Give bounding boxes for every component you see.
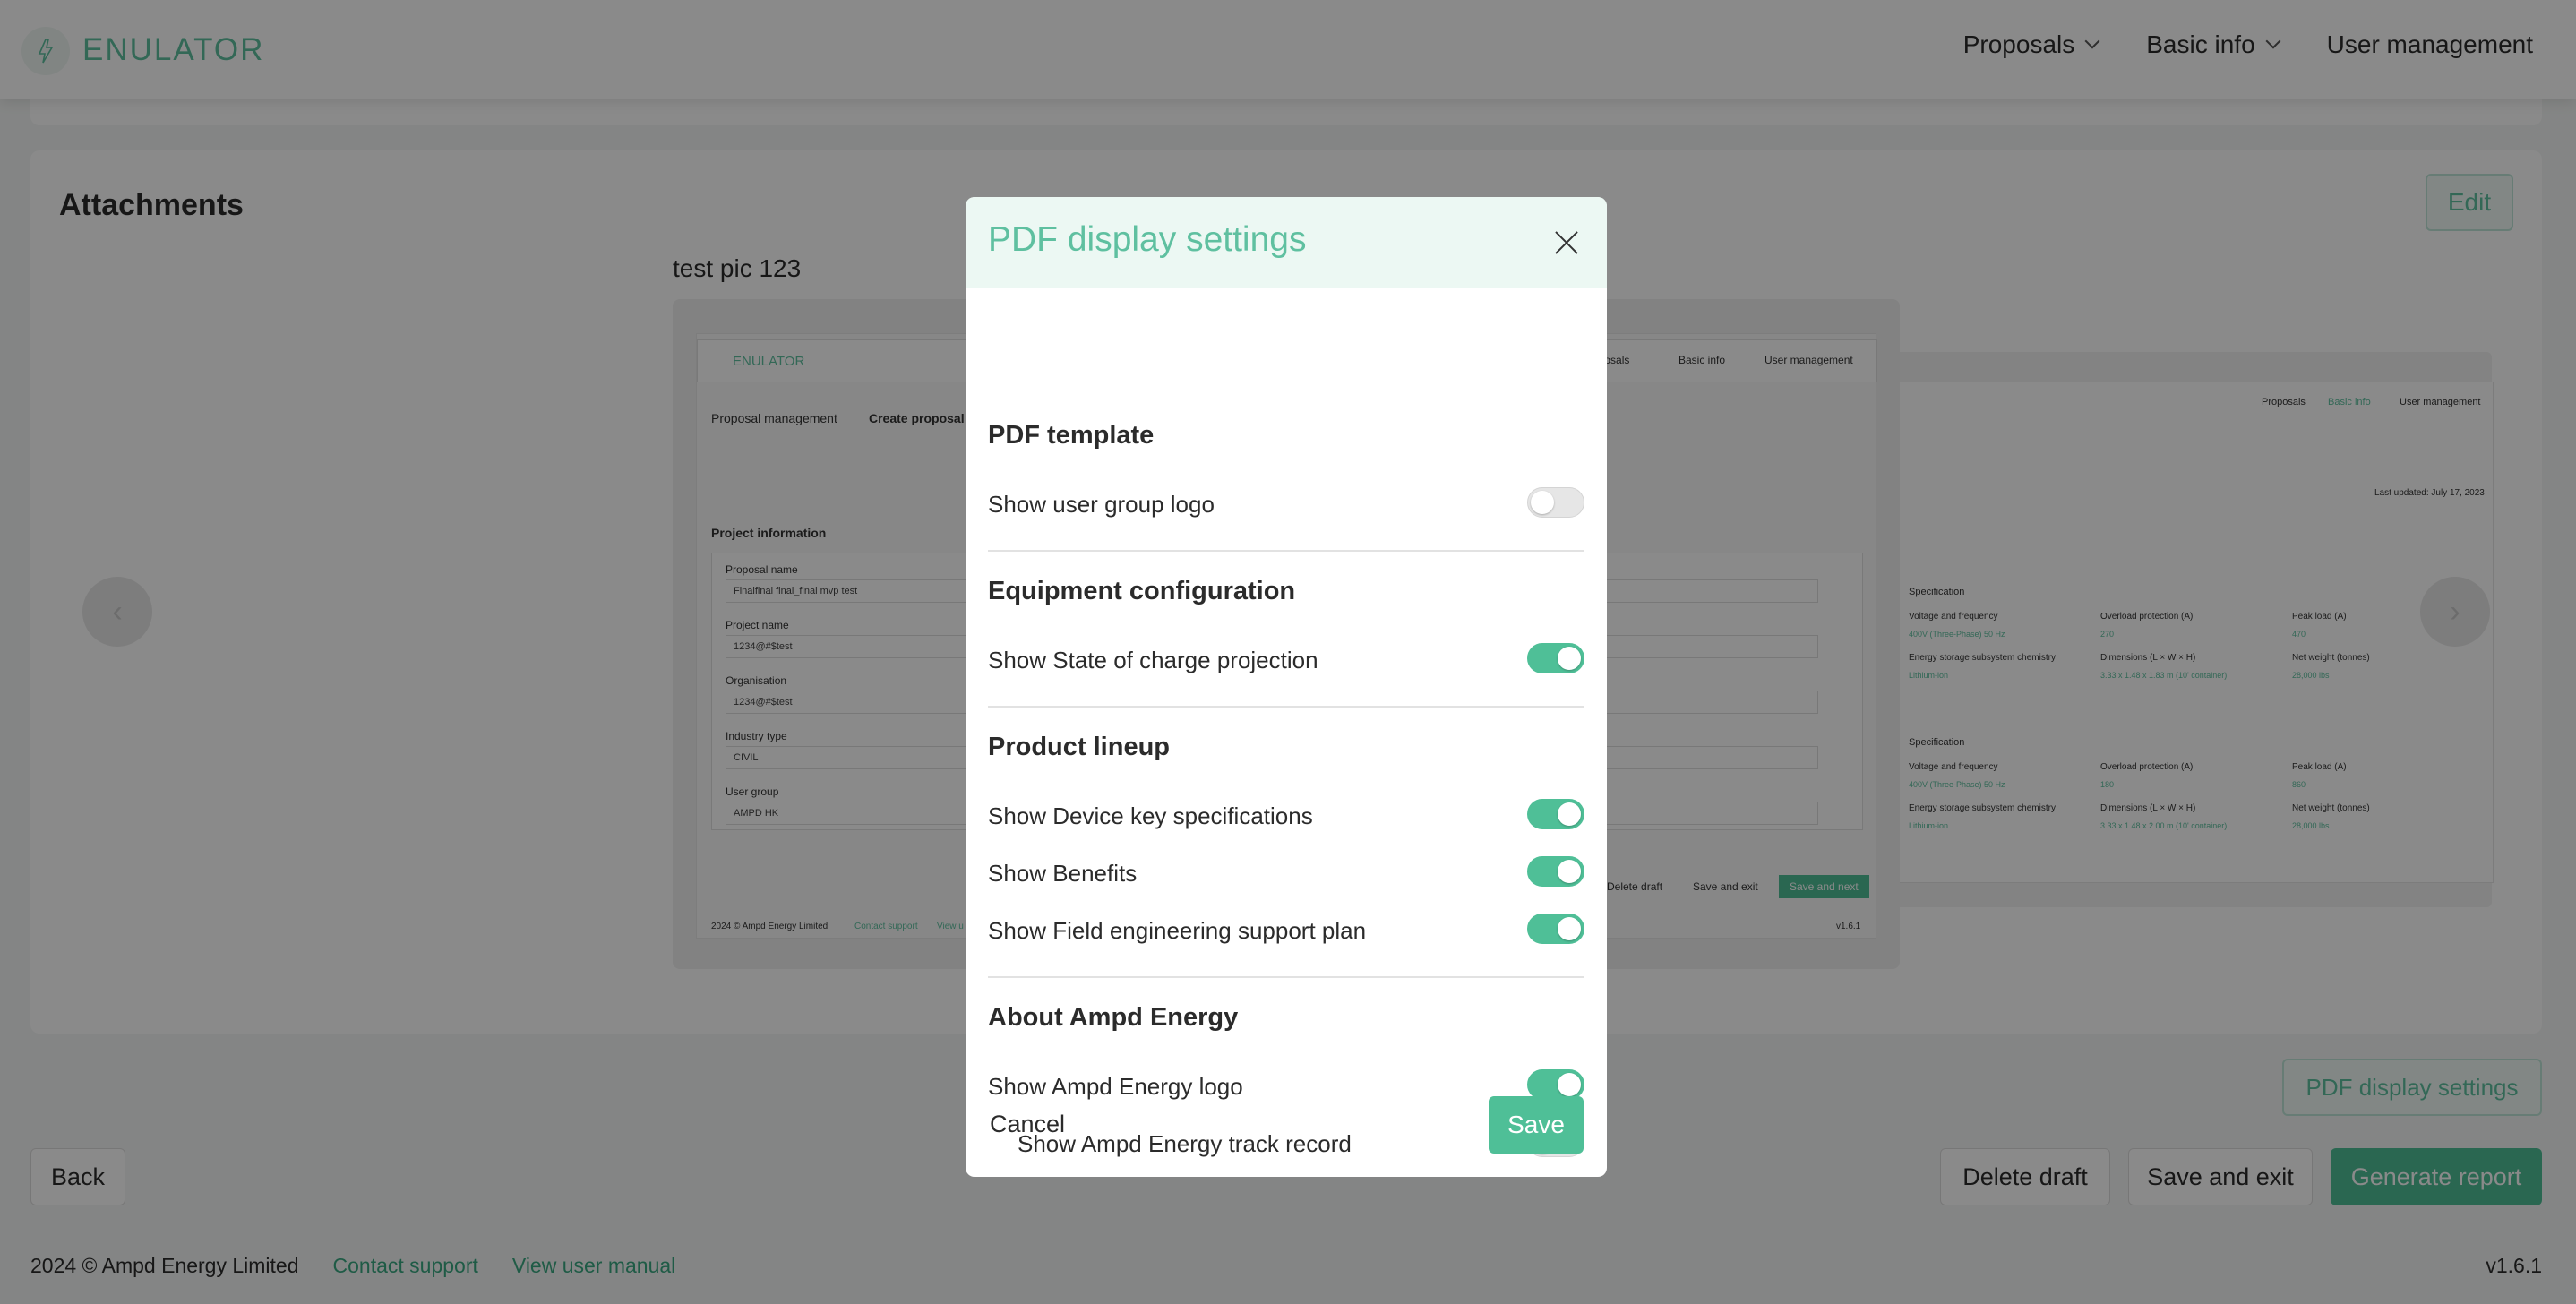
section-divider — [988, 550, 1584, 552]
option-label: Show Benefits — [988, 860, 1138, 887]
toggle-benefits[interactable] — [1527, 856, 1584, 887]
toggle-ampd-logo[interactable] — [1527, 1069, 1584, 1100]
option-label: Show Device key specifications — [988, 802, 1313, 829]
toggle-device-key-specs[interactable] — [1527, 799, 1584, 829]
modal-title: PDF display settings — [988, 220, 1307, 259]
section-title-product-lineup: Product lineup — [988, 733, 1170, 761]
pdf-settings-modal: PDF display settings PDF template Show u… — [966, 197, 1607, 1177]
close-icon[interactable] — [1553, 229, 1580, 256]
option-label: Show user group logo — [988, 491, 1215, 518]
option-label: Show Field engineering support plan — [988, 917, 1367, 944]
toggle-state-of-charge[interactable] — [1527, 643, 1584, 673]
section-divider — [988, 706, 1584, 708]
cancel-button[interactable]: Cancel — [990, 1111, 1065, 1138]
section-divider — [988, 976, 1584, 978]
modal-header: PDF display settings — [966, 197, 1607, 288]
toggle-user-group-logo[interactable] — [1527, 487, 1584, 518]
section-title-pdf-template: PDF template — [988, 421, 1155, 450]
option-label: Show Ampd Energy track record — [1018, 1130, 1352, 1157]
option-label: Show Ampd Energy logo — [988, 1073, 1243, 1100]
toggle-field-engineering[interactable] — [1527, 914, 1584, 944]
section-title-equipment: Equipment configuration — [988, 577, 1296, 605]
option-label: Show State of charge projection — [988, 647, 1318, 673]
save-button[interactable]: Save — [1489, 1096, 1584, 1154]
section-title-about: About Ampd Energy — [988, 1003, 1239, 1032]
